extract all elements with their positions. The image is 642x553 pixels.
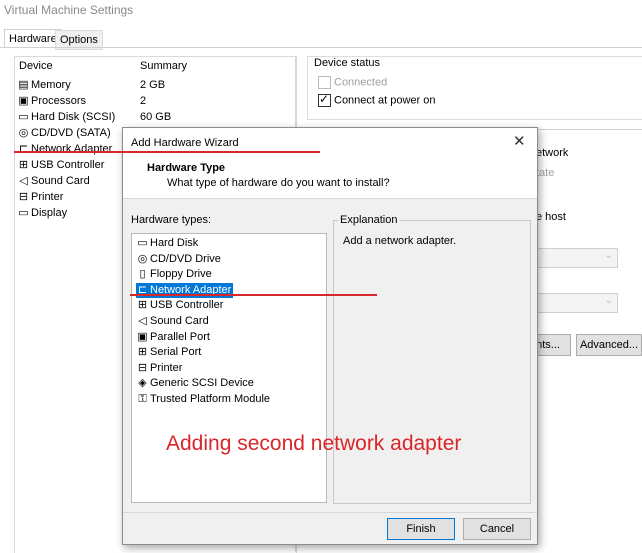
explanation-text: Add a network adapter. [343, 235, 457, 247]
hardware-type-title: Hardware Type [147, 162, 226, 174]
hardware-type-label: USB Controller [150, 299, 224, 312]
device-row[interactable]: ⊟ Printer [17, 189, 64, 205]
device-name: Processors [31, 95, 87, 107]
cd-dvd-icon: ◎ [18, 127, 29, 139]
explanation-label: Explanation [338, 214, 400, 226]
hardware-type-item[interactable]: ⚿ Trusted Platform Module [136, 392, 270, 407]
device-name: USB Controller [31, 159, 105, 171]
display-icon: ▭ [18, 207, 29, 219]
hardware-type-label: Sound Card [150, 315, 209, 327]
hardware-type-label: Hard Disk [150, 237, 199, 249]
hardware-type-label: CD/DVD Drive [150, 252, 221, 265]
device-name: Hard Disk (SCSI) [31, 111, 116, 123]
hardware-type-label: Floppy Drive [150, 268, 212, 281]
sound-card-icon: ◁ [19, 175, 28, 187]
wizard-divider [123, 512, 537, 513]
hardware-type-label: Serial Port [150, 346, 202, 359]
sound-card-icon: ◁ [138, 315, 147, 327]
hardware-type-item[interactable]: ⊟ Printer [136, 361, 183, 376]
memory-icon: ▤ [18, 79, 29, 91]
checkbox-box[interactable] [318, 92, 331, 107]
explanation-group [333, 220, 531, 504]
processors-icon: ▣ [18, 95, 29, 107]
hardware-type-item[interactable]: ⊞ Serial Port [136, 345, 201, 360]
advanced-button[interactable]: Advanced... [576, 334, 642, 356]
network-combo-2[interactable]: ⌄ [536, 293, 618, 313]
cd-dvd-icon: ◎ [137, 252, 148, 265]
usb-controller-icon: ⊞ [18, 159, 29, 171]
hardware-type-label: Parallel Port [150, 330, 210, 343]
device-row[interactable]: ⊏ Network Adapter [17, 141, 112, 157]
device-row[interactable]: ⊞ USB Controller [17, 157, 104, 173]
connected-label: Connected [334, 76, 388, 89]
add-hardware-wizard: Add Hardware Wizard ✕ Hardware Type What… [122, 127, 538, 545]
checkbox-box[interactable] [318, 76, 331, 89]
chevron-down-icon: ⌄ [604, 295, 613, 306]
device-row[interactable]: ▭ Display [17, 205, 67, 221]
annotation-underline-wizard [130, 294, 377, 296]
tab-strip: Hardware Options [0, 28, 642, 50]
serial-port-icon: ⊞ [137, 346, 148, 359]
hardware-type-label: Trusted Platform Module [150, 393, 271, 405]
cancel-button[interactable]: Cancel [463, 518, 531, 540]
device-status-group: Device status Connected Connect at power… [307, 56, 642, 120]
tab-divider [0, 47, 642, 48]
hardware-type-label: Printer [150, 361, 183, 374]
annotation-underline-device [14, 151, 320, 153]
hardware-type-label: Generic SCSI Device [150, 377, 254, 390]
device-name: CD/DVD (SATA) [31, 127, 111, 139]
tab-hardware[interactable]: Hardware [4, 29, 62, 48]
finish-button[interactable]: Finish [387, 518, 455, 540]
network-combo[interactable]: ⌄ [536, 248, 618, 268]
close-icon[interactable]: ✕ [513, 132, 526, 150]
device-row[interactable]: ◎ CD/DVD (SATA) [17, 125, 111, 141]
floppy-icon: ▯ [139, 268, 146, 281]
device-row[interactable]: ▭ Hard Disk (SCSI) [17, 109, 115, 125]
usb-controller-icon: ⊞ [137, 299, 148, 312]
device-summary: 2 [140, 95, 147, 107]
device-summary: 60 GB [140, 111, 172, 123]
chevron-down-icon: ⌄ [604, 250, 613, 261]
device-name: Printer [31, 191, 64, 203]
device-summary: 2 GB [140, 79, 166, 91]
device-name: Network Adapter [31, 143, 113, 155]
connected-checkbox[interactable]: Connected [318, 76, 387, 89]
hardware-type-item[interactable]: ◈ Generic SCSI Device [136, 376, 254, 391]
tpm-icon: ⚿ [138, 393, 147, 405]
printer-icon: ⊟ [18, 191, 29, 203]
hardware-types-list[interactable]: ▭ Hard Disk ◎ CD/DVD Drive ▯ Floppy Drive ⊏ Net… [131, 233, 327, 503]
hardware-type-item[interactable]: ▯ Floppy Drive [136, 267, 212, 282]
state-label: tate [536, 167, 555, 179]
summary-column-header: Summary [140, 60, 188, 72]
device-row[interactable]: ◁ Sound Card [17, 173, 90, 189]
connect-at-power-on-checkbox[interactable]: Connect at power on [318, 92, 436, 107]
hardware-types-label: Hardware types: [131, 214, 212, 226]
hardware-type-item[interactable]: ⊞ USB Controller [136, 298, 223, 313]
network-adapter-icon: ⊏ [18, 143, 29, 155]
network-connection-label: etwork [536, 147, 569, 159]
device-column-header: Device [19, 60, 53, 72]
parallel-port-icon: ▣ [137, 330, 148, 343]
host-label: e host [536, 211, 566, 223]
device-row[interactable]: ▤ Memory [17, 77, 71, 93]
connect-at-power-on-label: Connect at power on [334, 94, 436, 107]
hard-disk-icon: ▭ [18, 111, 29, 123]
scsi-device-icon: ◈ [138, 377, 147, 390]
hardware-type-item[interactable]: ▭ Hard Disk [136, 236, 198, 251]
device-status-title: Device status [314, 57, 381, 69]
hardware-type-subtitle: What type of hardware do you want to ins… [167, 177, 390, 189]
device-row[interactable]: ▣ Processors [17, 93, 86, 109]
hardware-type-item[interactable]: ▣ Parallel Port [136, 330, 210, 345]
window-title: Virtual Machine Settings [4, 3, 134, 17]
printer-icon: ⊟ [137, 361, 148, 374]
device-name: Sound Card [31, 175, 90, 187]
hardware-type-item[interactable]: ◁ Sound Card [136, 314, 209, 329]
wizard-title: Add Hardware Wizard [131, 137, 239, 149]
hardware-type-item[interactable]: ◎ CD/DVD Drive [136, 252, 221, 267]
device-name: Display [31, 207, 68, 219]
hard-disk-icon: ▭ [137, 237, 148, 249]
group-border [534, 129, 642, 130]
device-name: Memory [31, 79, 71, 91]
annotation-text: Adding second network adapter [166, 432, 462, 455]
